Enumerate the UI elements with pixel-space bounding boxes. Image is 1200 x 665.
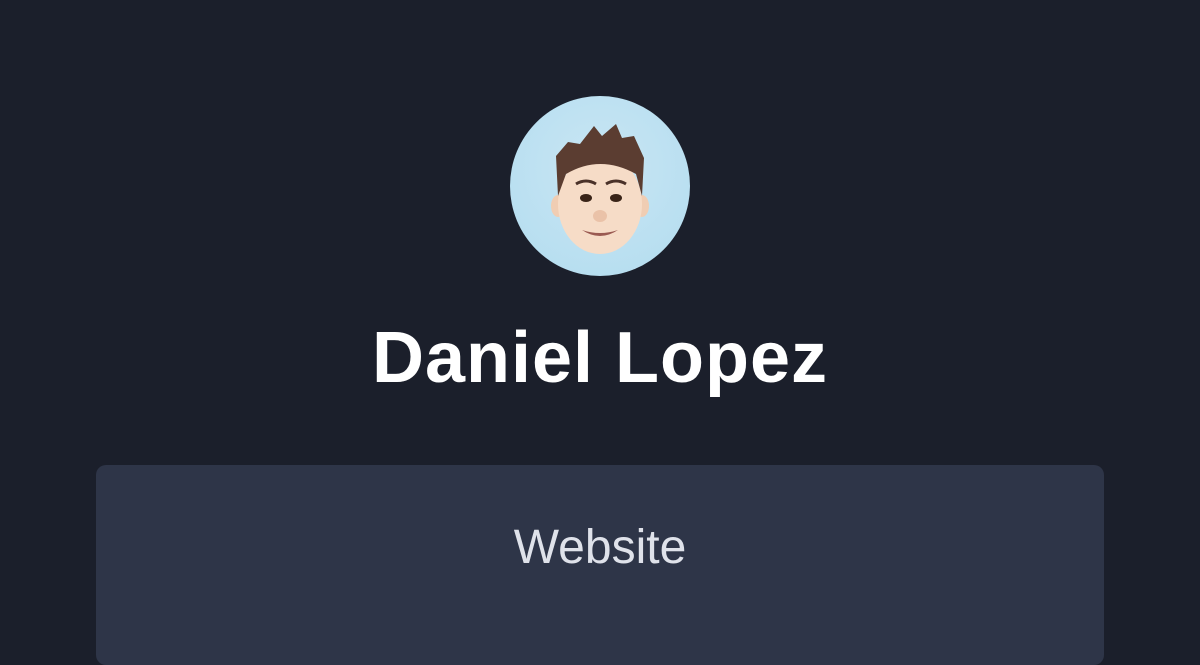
link-label: Website: [513, 521, 687, 574]
memoji-avatar-icon: [551, 124, 649, 254]
link-button-website[interactable]: Website: [96, 465, 1104, 665]
avatar: [510, 96, 690, 276]
profile-name: Daniel Lopez: [371, 318, 829, 398]
